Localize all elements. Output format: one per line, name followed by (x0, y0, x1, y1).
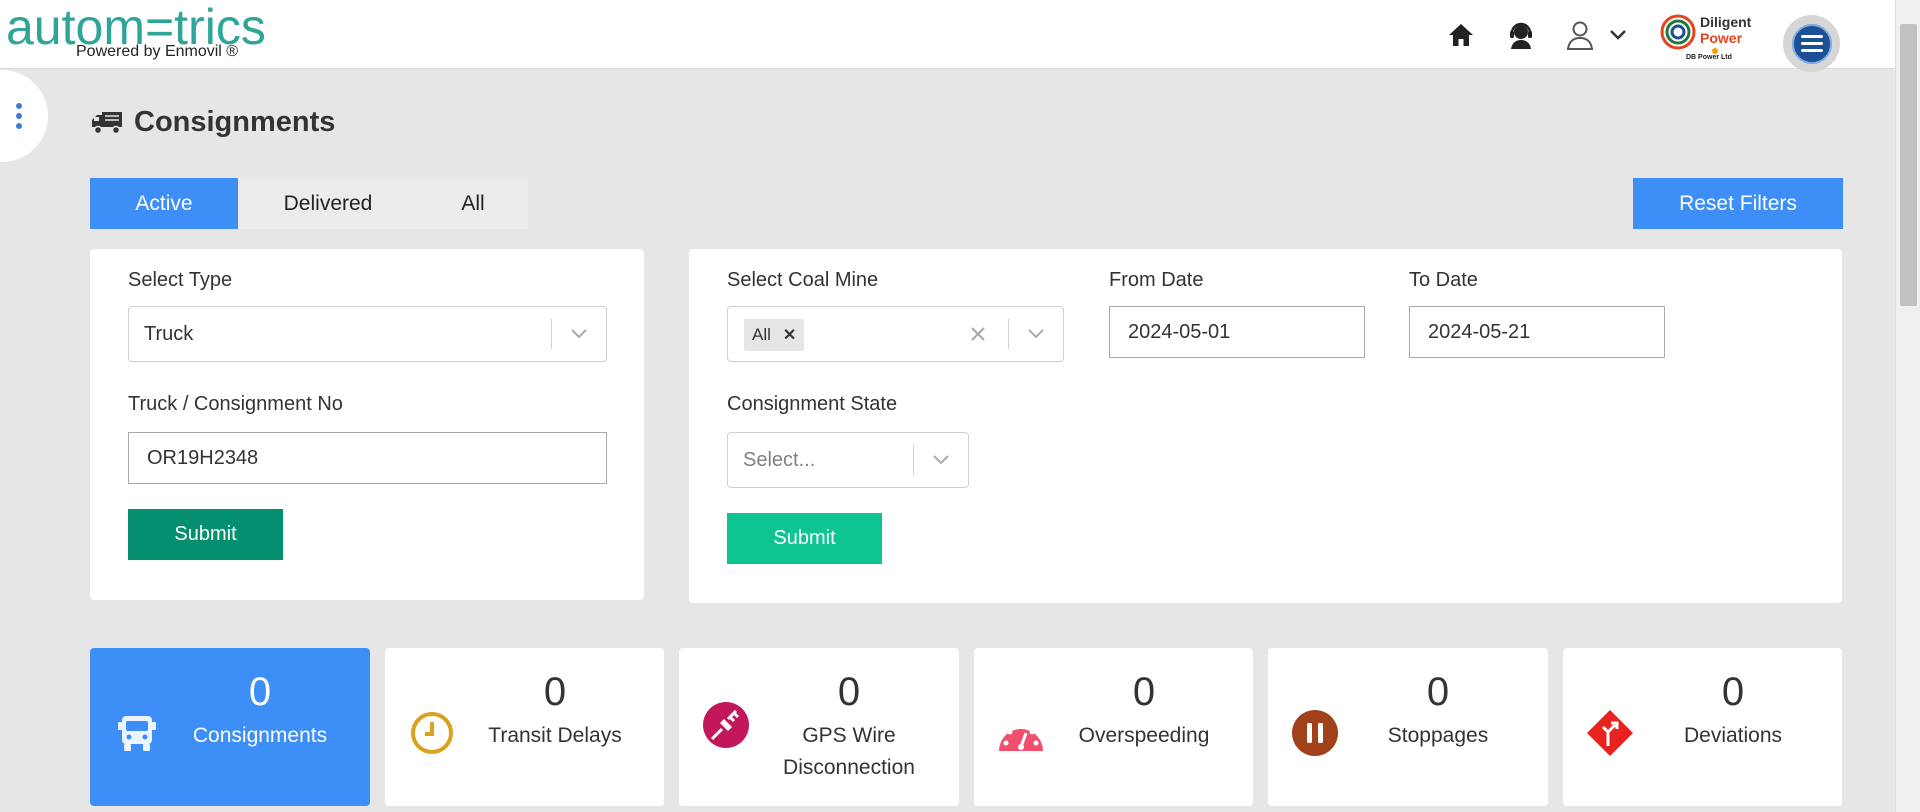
brand-name-line2: Power (1700, 30, 1743, 46)
to-date-input[interactable] (1409, 306, 1665, 358)
truck-fast-icon (92, 111, 122, 134)
stat-card-transit-delays[interactable]: 0 Transit Delays (385, 648, 664, 806)
stat-card-deviations[interactable]: 0 Deviations (1563, 648, 1842, 806)
pause-icon (1290, 708, 1340, 758)
vertical-dots-icon (16, 103, 22, 129)
select-type-dropdown[interactable]: Truck (128, 306, 607, 362)
select-separator (1008, 319, 1009, 349)
stat-count: 0 (1132, 670, 1156, 714)
unplug-icon (701, 700, 751, 750)
from-date-input[interactable] (1109, 306, 1365, 358)
coal-mine-label: Select Coal Mine (727, 269, 879, 291)
stat-label: Transit Delays (488, 724, 622, 747)
logo-tagline: Powered by Enmovil ® (76, 43, 239, 60)
support-agent-icon[interactable] (1504, 18, 1538, 52)
consignment-tabs: Active Delivered All (90, 178, 528, 229)
stat-card-overspeeding[interactable]: 0 Overspeeding (974, 648, 1253, 806)
route-deviation-icon (1585, 708, 1635, 758)
main-menu-button[interactable] (1783, 15, 1840, 72)
brand-name-line1: Diligent (1700, 14, 1752, 30)
truck-icon (112, 708, 162, 758)
stat-count: 0 (543, 670, 567, 714)
page-title-text: Consignments (134, 106, 336, 138)
stat-card-gps-wire-disconnection[interactable]: 0 GPS Wire Disconnection (679, 648, 959, 806)
stat-label: Overspeeding (1078, 724, 1210, 747)
stat-label: Deviations (1683, 724, 1783, 747)
scrollbar-thumb[interactable] (1900, 24, 1917, 306)
chevron-down-icon[interactable] (1605, 18, 1631, 52)
tab-active[interactable]: Active (90, 178, 238, 229)
chip-label: All (752, 325, 771, 344)
from-date-label: From Date (1109, 269, 1204, 291)
speedometer-icon (996, 708, 1046, 758)
stat-label: Stoppages (1387, 724, 1489, 747)
user-profile-icon[interactable] (1563, 18, 1597, 52)
top-header: autom=trics Powered by Enmovil ® Diligen… (0, 0, 1895, 72)
stat-count: 0 (837, 670, 861, 714)
stat-card-stoppages[interactable]: 0 Stoppages (1268, 648, 1548, 806)
coal-mine-multiselect[interactable]: All ✕ (727, 306, 1064, 362)
select-type-value: Truck (144, 322, 194, 345)
brand-company: DB Power Ltd (1686, 54, 1732, 61)
brand-logo: Diligent Power DB Power Ltd (1656, 8, 1756, 64)
chevron-down-icon (1026, 307, 1046, 361)
stat-count: 0 (248, 670, 272, 714)
truck-consignment-input[interactable] (128, 432, 607, 484)
consignment-state-label: Consignment State (727, 393, 898, 415)
page-title: Consignments (90, 106, 335, 139)
filter-submit-button[interactable]: Submit (727, 513, 882, 564)
stat-card-consignments[interactable]: 0 Consignments (90, 648, 370, 806)
sidebar-toggle[interactable] (0, 70, 48, 162)
clear-icon[interactable] (970, 307, 986, 361)
chevron-down-icon (931, 433, 951, 487)
hamburger-icon (1791, 23, 1832, 64)
select-separator (551, 319, 552, 349)
reset-filters-button[interactable]: Reset Filters (1633, 178, 1843, 229)
vertical-scrollbar[interactable] (1895, 0, 1920, 812)
truck-consignment-label: Truck / Consignment No (128, 393, 343, 415)
truck-submit-button[interactable]: Submit (128, 509, 283, 560)
tab-all[interactable]: All (418, 178, 528, 229)
stat-label: GPS Wire Disconnection (783, 724, 915, 779)
select-separator (913, 445, 914, 475)
clock-icon (407, 708, 457, 758)
stat-label: Consignments (192, 724, 328, 747)
select-type-label: Select Type (128, 269, 233, 291)
to-date-label: To Date (1409, 269, 1478, 291)
stat-count: 0 (1721, 670, 1745, 714)
coal-mine-chip: All ✕ (744, 319, 805, 351)
stat-count: 0 (1426, 670, 1450, 714)
consignment-state-dropdown[interactable]: Select... (727, 432, 969, 488)
chevron-down-icon (569, 307, 589, 361)
truck-search-card: Select Type Truck Truck / Consignment No… (90, 249, 644, 600)
consignment-state-placeholder: Select... (743, 448, 816, 471)
chip-remove-icon[interactable]: ✕ (783, 325, 796, 345)
automatrics-logo[interactable]: autom=trics Powered by Enmovil ® (6, 2, 266, 60)
home-icon[interactable] (1444, 18, 1478, 52)
consignment-filter-card: Select Coal Mine All ✕ From Date To Date… (689, 249, 1842, 603)
tab-delivered[interactable]: Delivered (238, 178, 418, 229)
